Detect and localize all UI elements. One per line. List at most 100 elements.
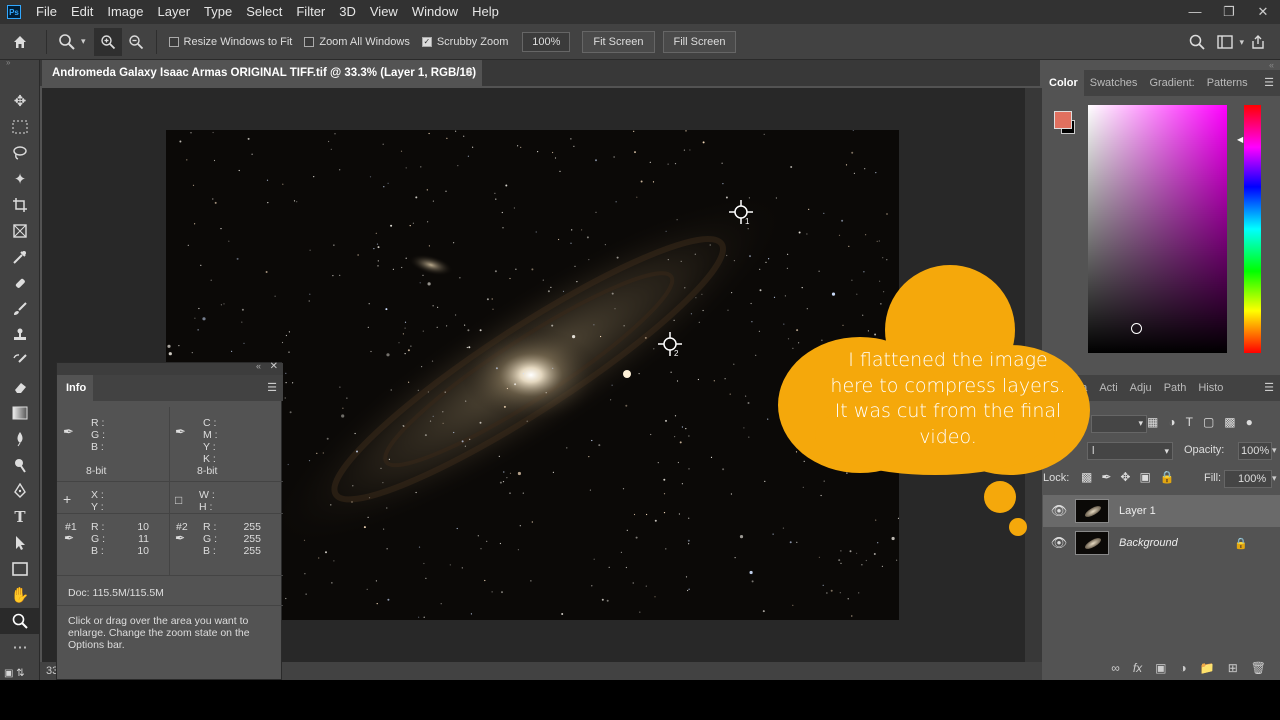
- zoom-in-icon[interactable]: [93, 27, 122, 56]
- more-tools-icon[interactable]: ⋯: [0, 634, 40, 660]
- adjustment-filter-icon[interactable]: ◑: [1168, 415, 1175, 429]
- close-icon[interactable]: ✕: [1246, 0, 1280, 24]
- smart-object-filter-icon[interactable]: ▩: [1224, 415, 1235, 429]
- fit-screen-button[interactable]: Fit Screen: [582, 30, 655, 53]
- path-selection-tool-icon[interactable]: [0, 530, 40, 556]
- menu-filter[interactable]: Filter: [289, 0, 332, 24]
- menu-3d[interactable]: 3D: [332, 0, 363, 24]
- panel-menu-icon[interactable]: ☰: [1258, 70, 1280, 96]
- foreground-color-swatch[interactable]: [1054, 111, 1072, 129]
- image-filter-icon[interactable]: ▦: [1147, 415, 1158, 429]
- panel-menu-icon[interactable]: ☰: [1258, 375, 1280, 401]
- adjustment-layer-icon[interactable]: ◑: [1180, 661, 1187, 675]
- marquee-tool-icon[interactable]: [0, 114, 40, 140]
- lasso-tool-icon[interactable]: [0, 140, 40, 166]
- menu-window[interactable]: Window: [405, 0, 465, 24]
- eraser-tool-icon[interactable]: [0, 374, 40, 400]
- checkbox-checked[interactable]: ✓: [421, 36, 432, 47]
- tab-paths[interactable]: Path: [1158, 375, 1193, 401]
- restore-icon[interactable]: ❐: [1212, 0, 1246, 24]
- hue-slider[interactable]: [1244, 105, 1261, 353]
- menu-help[interactable]: Help: [465, 0, 506, 24]
- color-field[interactable]: [1088, 105, 1227, 353]
- menu-edit[interactable]: Edit: [64, 0, 100, 24]
- zoom-all-windows-checkbox[interactable]: Zoom All Windows: [304, 36, 410, 48]
- layer-name[interactable]: Background: [1119, 537, 1178, 549]
- menu-layer[interactable]: Layer: [151, 0, 198, 24]
- blur-tool-icon[interactable]: [0, 426, 40, 452]
- tab-gradients[interactable]: Gradient:: [1143, 70, 1200, 96]
- menu-image[interactable]: Image: [100, 0, 150, 24]
- lock-position-icon[interactable]: ✥: [1120, 470, 1130, 484]
- delete-layer-icon[interactable]: 🗑: [1251, 661, 1266, 675]
- collapse-icon[interactable]: «: [256, 361, 261, 371]
- zoom-percent-field[interactable]: 100%: [522, 31, 571, 52]
- filter-toggle-icon[interactable]: ●: [1246, 415, 1253, 429]
- default-colors-icon[interactable]: ▣ ⇅: [0, 660, 40, 686]
- add-mask-icon[interactable]: ▣: [1155, 661, 1166, 675]
- tab-adjustments[interactable]: Adju: [1124, 375, 1158, 401]
- eyedropper-tool-icon[interactable]: [0, 244, 40, 270]
- frame-tool-icon[interactable]: [0, 218, 40, 244]
- pen-tool-icon[interactable]: [0, 478, 40, 504]
- lock-icon[interactable]: 🔒: [1234, 537, 1248, 550]
- move-tool-icon[interactable]: ✥: [0, 88, 40, 114]
- lock-all-icon[interactable]: 🔒: [1160, 470, 1175, 484]
- hand-tool-icon[interactable]: ✋: [0, 582, 40, 608]
- healing-brush-tool-icon[interactable]: [0, 270, 40, 296]
- menu-select[interactable]: Select: [239, 0, 289, 24]
- checkbox-box[interactable]: [168, 36, 179, 47]
- menu-view[interactable]: View: [363, 0, 405, 24]
- tab-color[interactable]: Color: [1043, 70, 1084, 96]
- workspace-icon[interactable]: [1211, 28, 1239, 56]
- link-layers-icon[interactable]: ∞: [1111, 661, 1120, 675]
- checkbox-box[interactable]: [304, 36, 315, 47]
- minimize-icon[interactable]: —: [1178, 0, 1212, 24]
- opacity-field[interactable]: 100%: [1238, 442, 1272, 460]
- close-icon[interactable]: ✕: [270, 361, 278, 372]
- layer-name[interactable]: Layer 1: [1119, 505, 1156, 517]
- panel-menu-icon[interactable]: ☰: [267, 381, 277, 394]
- chevron-down-icon[interactable]: ▾: [1272, 473, 1277, 484]
- home-icon[interactable]: [0, 28, 40, 56]
- menu-file[interactable]: File: [29, 0, 64, 24]
- fx-icon[interactable]: fx: [1133, 661, 1142, 675]
- tab-swatches[interactable]: Swatches: [1084, 70, 1144, 96]
- history-brush-tool-icon[interactable]: [0, 348, 40, 374]
- collapse-dock-icon[interactable]: «: [1269, 60, 1274, 70]
- shape-filter-icon[interactable]: ▢: [1203, 415, 1214, 429]
- hue-slider-marker[interactable]: ◀: [1237, 135, 1243, 144]
- share-icon[interactable]: [1244, 28, 1272, 56]
- document-tab[interactable]: Andromeda Galaxy Isaac Armas ORIGINAL TI…: [42, 60, 482, 105]
- resize-windows-checkbox[interactable]: Resize Windows to Fit: [168, 36, 292, 48]
- close-tab-icon[interactable]: ✕: [464, 60, 474, 86]
- zoom-tool-preset-icon[interactable]: [53, 28, 81, 56]
- new-layer-icon[interactable]: ⊞: [1228, 661, 1238, 675]
- menu-type[interactable]: Type: [197, 0, 239, 24]
- rectangle-tool-icon[interactable]: [0, 556, 40, 582]
- zoom-out-icon[interactable]: [122, 28, 150, 56]
- tab-history[interactable]: Histo: [1192, 375, 1229, 401]
- chevron-down-icon[interactable]: ▾: [81, 36, 86, 47]
- type-filter-icon[interactable]: T: [1186, 415, 1193, 429]
- tab-patterns[interactable]: Patterns: [1201, 70, 1254, 96]
- dodge-tool-icon[interactable]: [0, 452, 40, 478]
- type-tool-icon[interactable]: T: [0, 504, 40, 530]
- scrubby-zoom-checkbox[interactable]: ✓ Scrubby Zoom: [421, 36, 508, 48]
- clone-stamp-tool-icon[interactable]: [0, 322, 40, 348]
- new-group-icon[interactable]: 📁: [1200, 661, 1215, 675]
- search-icon[interactable]: [1183, 28, 1211, 56]
- gradient-tool-icon[interactable]: [0, 400, 40, 426]
- lock-pixels-icon[interactable]: ✒: [1101, 470, 1111, 484]
- magic-wand-tool-icon[interactable]: ✦: [0, 166, 40, 192]
- crop-tool-icon[interactable]: [0, 192, 40, 218]
- info-panel-header[interactable]: « ✕: [57, 361, 283, 375]
- tab-info[interactable]: Info: [57, 375, 93, 401]
- fill-field[interactable]: 100%: [1224, 470, 1272, 488]
- chevron-down-icon[interactable]: ▾: [1272, 445, 1277, 456]
- color-picker-ring[interactable]: [1131, 323, 1142, 334]
- fill-screen-button[interactable]: Fill Screen: [662, 30, 737, 53]
- zoom-tool-icon[interactable]: [0, 608, 40, 634]
- brush-tool-icon[interactable]: [0, 296, 40, 322]
- lock-artboard-icon[interactable]: ▣: [1139, 470, 1150, 484]
